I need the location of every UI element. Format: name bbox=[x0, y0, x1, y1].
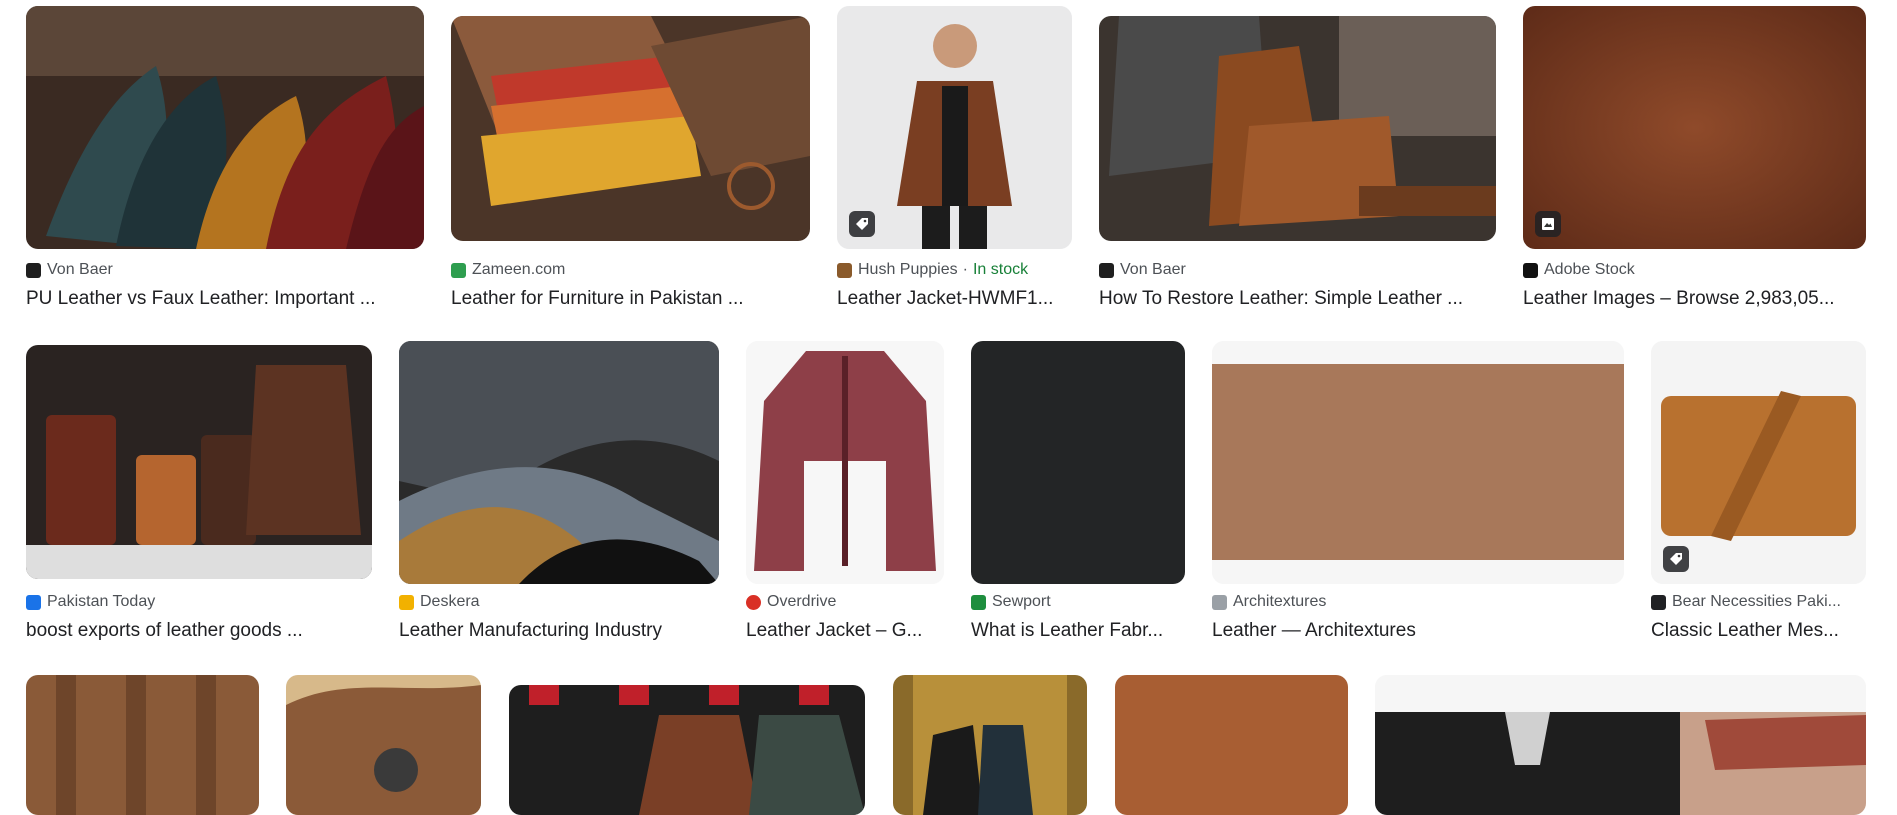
overdrive-favicon-icon bbox=[746, 594, 761, 610]
result-source: Overdrive bbox=[767, 593, 837, 610]
result-card[interactable]: Bear Necessities Paki... Classic Leather… bbox=[1651, 341, 1866, 651]
result-image[interactable] bbox=[451, 16, 810, 241]
result-title[interactable]: Leather Manufacturing Industry bbox=[399, 619, 719, 643]
leather-hides-image-icon bbox=[26, 6, 424, 249]
result-image[interactable] bbox=[1651, 341, 1866, 584]
result-image[interactable] bbox=[399, 341, 719, 584]
result-card[interactable]: Zameen.com Leather for Furniture in Paki… bbox=[451, 6, 810, 316]
result-image[interactable] bbox=[1099, 16, 1496, 241]
architextures-favicon-icon bbox=[1212, 594, 1227, 610]
brown-texture-image-icon bbox=[1523, 6, 1866, 249]
fashion-models-image-icon bbox=[893, 675, 1087, 815]
result-image[interactable] bbox=[1375, 675, 1866, 815]
result-image[interactable] bbox=[1115, 675, 1348, 815]
adobe-stock-favicon-icon bbox=[1523, 262, 1538, 278]
leather-folds-image-icon bbox=[399, 341, 719, 584]
result-image[interactable] bbox=[26, 675, 259, 815]
result-card[interactable] bbox=[1115, 675, 1348, 815]
sewport-favicon-icon bbox=[971, 594, 986, 610]
brown-leather-rolls-image-icon bbox=[26, 675, 259, 815]
result-card[interactable] bbox=[286, 675, 481, 815]
result-source: Hush Puppies bbox=[858, 261, 958, 278]
result-image[interactable] bbox=[509, 685, 865, 815]
leather-shoes-image-icon bbox=[286, 675, 481, 815]
leather-swatches-image-icon bbox=[451, 16, 810, 241]
result-title[interactable]: Leather for Furniture in Pakistan ... bbox=[451, 287, 810, 311]
result-card[interactable]: Hush Puppies · In stock Leather Jacket-HWM… bbox=[837, 6, 1072, 316]
tan-texture-image-icon bbox=[1212, 341, 1624, 584]
result-card[interactable]: Overdrive Leather Jacket – G... bbox=[746, 341, 944, 651]
red-jacket-image-icon bbox=[746, 341, 944, 584]
result-title[interactable]: Classic Leather Mes... bbox=[1651, 619, 1866, 643]
result-image[interactable] bbox=[893, 675, 1087, 815]
result-card[interactable]: Von Baer PU Leather vs Faux Leather: Imp… bbox=[26, 6, 424, 316]
result-title[interactable]: PU Leather vs Faux Leather: Important ..… bbox=[26, 287, 424, 311]
tag-icon bbox=[849, 211, 875, 237]
result-image[interactable] bbox=[26, 6, 424, 249]
result-source: Von Baer bbox=[1120, 261, 1186, 278]
image-icon bbox=[1535, 211, 1561, 237]
result-card[interactable] bbox=[893, 675, 1087, 815]
deskera-favicon-icon bbox=[399, 594, 414, 610]
result-title[interactable]: How To Restore Leather: Simple Leather .… bbox=[1099, 287, 1496, 311]
leather-jackets-rack-image-icon bbox=[509, 685, 865, 815]
result-image[interactable] bbox=[746, 341, 944, 584]
result-title[interactable]: What is Leather Fabr... bbox=[971, 619, 1185, 643]
leather-goods-image-icon bbox=[26, 345, 372, 579]
black-jacket-collage-image-icon bbox=[1375, 675, 1866, 815]
result-image[interactable] bbox=[971, 341, 1185, 584]
pakistan-today-favicon-icon bbox=[26, 594, 41, 610]
result-title[interactable]: Leather Jacket – G... bbox=[746, 619, 944, 643]
result-title[interactable]: Leather Jacket-HWMF1... bbox=[837, 287, 1072, 311]
result-card[interactable] bbox=[26, 675, 259, 815]
tag-icon bbox=[1663, 546, 1689, 572]
result-card[interactable]: Von Baer How To Restore Leather: Simple … bbox=[1099, 6, 1496, 316]
result-card[interactable]: Pakistan Today boost exports of leather … bbox=[26, 341, 372, 651]
result-image[interactable] bbox=[286, 675, 481, 815]
result-image[interactable] bbox=[837, 6, 1072, 249]
result-title[interactable]: Leather — Architextures bbox=[1212, 619, 1624, 643]
result-source: Von Baer bbox=[47, 261, 113, 278]
result-title[interactable]: Leather Images – Browse 2,983,05... bbox=[1523, 287, 1866, 311]
bear-necessities-favicon-icon bbox=[1651, 594, 1666, 610]
result-card[interactable]: Sewport What is Leather Fabr... bbox=[971, 341, 1185, 651]
result-image[interactable] bbox=[26, 345, 372, 579]
von-baer-favicon-icon bbox=[26, 262, 41, 278]
black-texture-image-icon bbox=[971, 341, 1185, 584]
separator: · bbox=[962, 261, 968, 278]
cognac-texture-image-icon bbox=[1115, 675, 1348, 815]
result-image[interactable] bbox=[1212, 341, 1624, 584]
result-card[interactable]: Deskera Leather Manufacturing Industry bbox=[399, 341, 719, 651]
result-source: Bear Necessities Paki... bbox=[1672, 593, 1841, 610]
stock-status: In stock bbox=[972, 261, 1029, 278]
result-source: Zameen.com bbox=[472, 261, 566, 278]
zameen-favicon-icon bbox=[451, 262, 466, 278]
hush-puppies-favicon-icon bbox=[837, 262, 852, 278]
result-title[interactable]: boost exports of leather goods ... bbox=[26, 619, 372, 643]
result-source: Adobe Stock bbox=[1544, 261, 1635, 278]
result-card[interactable] bbox=[1375, 675, 1866, 815]
result-source: Deskera bbox=[420, 593, 480, 610]
result-card[interactable]: Architextures Leather — Architextures bbox=[1212, 341, 1624, 651]
result-source: Pakistan Today bbox=[47, 593, 156, 610]
result-image[interactable] bbox=[1523, 6, 1866, 249]
result-source: Sewport bbox=[992, 593, 1051, 610]
result-source: Architextures bbox=[1233, 593, 1327, 610]
result-card[interactable]: Adobe Stock Leather Images – Browse 2,98… bbox=[1523, 6, 1866, 316]
result-card[interactable] bbox=[509, 675, 865, 815]
von-baer-favicon-icon bbox=[1099, 262, 1114, 278]
craftsman-bag-image-icon bbox=[1099, 16, 1496, 241]
